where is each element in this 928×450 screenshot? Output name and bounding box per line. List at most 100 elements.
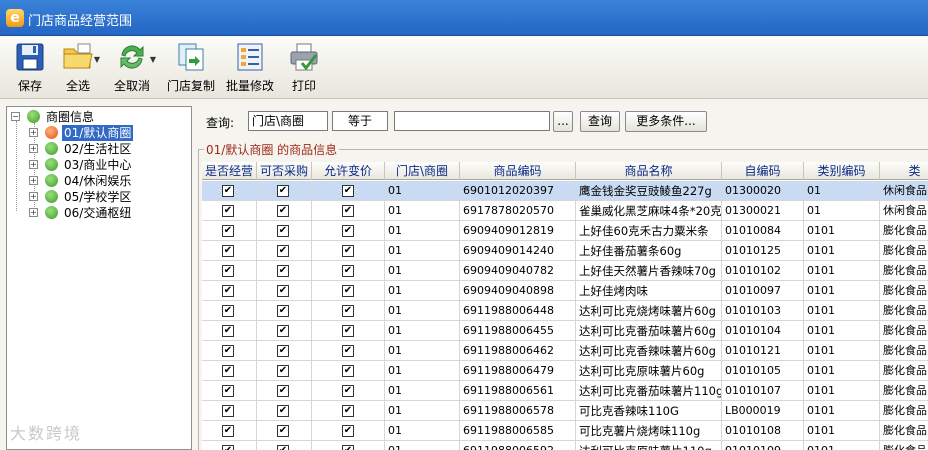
table-row[interactable]: ✔ ✔ ✔ 01 6911988006479 达利可比克原味薯片60g 01010105 01… (202, 361, 928, 381)
table-row[interactable]: ✔ ✔ ✔ 01 6909409040782 上好佳天然薯片香辣味70g 01010102 0… (202, 261, 928, 281)
checkbox[interactable]: ✔ (277, 425, 289, 437)
checkbox[interactable]: ✔ (342, 205, 354, 217)
column-header[interactable]: 类 (880, 162, 928, 180)
column-header[interactable]: 自编码 (722, 162, 804, 180)
column-header[interactable]: 可否采购 (257, 162, 312, 180)
cell-self-code: 01010102 (722, 261, 804, 281)
checkbox[interactable]: ✔ (342, 405, 354, 417)
copy-document-icon (178, 43, 204, 71)
checkbox[interactable]: ✔ (277, 285, 289, 297)
checkbox[interactable]: ✔ (342, 265, 354, 277)
checkbox[interactable]: ✔ (222, 225, 234, 237)
batch-edit-button[interactable]: 批量修改 (224, 41, 276, 97)
checkbox[interactable]: ✔ (222, 265, 234, 277)
collapse-icon[interactable]: − (11, 112, 20, 121)
checkbox-cell: ✔ (202, 201, 257, 221)
cell-cat-name: 休闲食品 (880, 201, 928, 221)
table-row[interactable]: ✔ ✔ ✔ 01 6911988006578 可比克香辣味110G LB000019 010… (202, 401, 928, 421)
expand-icon[interactable]: + (29, 128, 38, 137)
table-row[interactable]: ✔ ✔ ✔ 01 6911988006585 可比克薯片烧烤味110g 01010108 01… (202, 421, 928, 441)
checkbox[interactable]: ✔ (222, 305, 234, 317)
checkbox[interactable]: ✔ (277, 325, 289, 337)
checkbox[interactable]: ✔ (277, 365, 289, 377)
checkbox[interactable]: ✔ (222, 285, 234, 297)
chevron-down-icon[interactable]: ▼ (94, 55, 100, 64)
select-all-button[interactable]: ▼ 全选 (58, 41, 100, 97)
cell-cat: 01 (804, 201, 880, 221)
table-row[interactable]: ✔ ✔ ✔ 01 6911988006455 达利可比克番茄味薯片60g 01010104 0… (202, 321, 928, 341)
table-row[interactable]: ✔ ✔ ✔ 01 6911988006462 达利可比克香辣味薯片60g 01010121 0… (202, 341, 928, 361)
checkbox[interactable]: ✔ (277, 245, 289, 257)
checkbox[interactable]: ✔ (222, 385, 234, 397)
checkbox[interactable]: ✔ (277, 205, 289, 217)
more-conditions-button[interactable]: 更多条件... (625, 111, 707, 132)
expand-icon[interactable]: + (29, 208, 38, 217)
column-header[interactable]: 门店\商圈 (385, 162, 460, 180)
floppy-disk-icon (16, 43, 44, 71)
checkbox-cell: ✔ (257, 221, 312, 241)
table-row[interactable]: ✔ ✔ ✔ 01 6909409012819 上好佳60克禾古力粟米条 01010084 01… (202, 221, 928, 241)
cell-code: 6911988006592 (460, 441, 576, 450)
query-field-select[interactable]: 门店\商圈 (248, 111, 328, 131)
checkbox[interactable]: ✔ (277, 305, 289, 317)
checkbox[interactable]: ✔ (222, 425, 234, 437)
column-header[interactable]: 类别编码 (804, 162, 880, 180)
cell-code: 6917878020570 (460, 201, 576, 221)
cell-self-code: 01010103 (722, 301, 804, 321)
deselect-all-button[interactable]: ▼ 全取消 (110, 41, 156, 97)
table-row[interactable]: ✔ ✔ ✔ 01 6901012020397 鹰金钱金奖豆豉鲮鱼227g 01300020 0… (202, 181, 928, 201)
search-button[interactable]: 查询 (580, 111, 620, 132)
checkbox[interactable]: ✔ (222, 185, 234, 197)
checkbox[interactable]: ✔ (277, 405, 289, 417)
checkbox[interactable]: ✔ (222, 365, 234, 377)
print-button[interactable]: 打印 (286, 41, 322, 97)
checkbox[interactable]: ✔ (277, 445, 289, 450)
checkbox[interactable]: ✔ (277, 385, 289, 397)
checkbox[interactable]: ✔ (222, 205, 234, 217)
printer-icon (290, 43, 318, 71)
checkbox[interactable]: ✔ (277, 345, 289, 357)
table-row[interactable]: ✔ ✔ ✔ 01 6911988006561 达利可比克番茄味薯片110g 01010107… (202, 381, 928, 401)
cell-cat-name: 膨化食品 (880, 381, 928, 401)
column-header[interactable]: 是否经营 (202, 162, 257, 180)
checkbox[interactable]: ✔ (342, 325, 354, 337)
table-row[interactable]: ✔ ✔ ✔ 01 6909409014240 上好佳番茄薯条60g 01010125 0101… (202, 241, 928, 261)
query-value-input[interactable] (394, 111, 550, 131)
expand-icon[interactable]: + (29, 192, 38, 201)
checkbox[interactable]: ✔ (277, 185, 289, 197)
table-row[interactable]: ✔ ✔ ✔ 01 6911988006448 达利可比克烧烤味薯片60g 01010103 0… (202, 301, 928, 321)
table-row[interactable]: ✔ ✔ ✔ 01 6909409040898 上好佳烤肉味 01010097 0101 膨化食品 (202, 281, 928, 301)
checkbox[interactable]: ✔ (222, 445, 234, 450)
checkbox[interactable]: ✔ (342, 305, 354, 317)
query-operator-select[interactable]: 等于 (332, 111, 388, 131)
checkbox[interactable]: ✔ (342, 425, 354, 437)
column-header[interactable]: 商品编码 (460, 162, 576, 180)
column-header[interactable]: 允许变价 (312, 162, 385, 180)
checkbox[interactable]: ✔ (342, 285, 354, 297)
checkbox-cell: ✔ (202, 321, 257, 341)
checkbox[interactable]: ✔ (222, 325, 234, 337)
table-row[interactable]: ✔ ✔ ✔ 01 6917878020570 雀巢威化黑芝麻味4条*20克 01300021… (202, 201, 928, 221)
store-copy-button[interactable]: 门店复制 (166, 41, 216, 97)
checkbox[interactable]: ✔ (342, 185, 354, 197)
checkbox[interactable]: ✔ (222, 405, 234, 417)
cell-cat: 0101 (804, 241, 880, 261)
checkbox[interactable]: ✔ (342, 245, 354, 257)
expand-icon[interactable]: + (29, 144, 38, 153)
column-header[interactable]: 商品名称 (576, 162, 722, 180)
table-row[interactable]: ✔ ✔ ✔ 016911988006592达利可比克原味薯片110g010101090… (202, 441, 928, 450)
checkbox[interactable]: ✔ (277, 225, 289, 237)
chevron-down-icon[interactable]: ▼ (150, 55, 156, 64)
checkbox[interactable]: ✔ (342, 345, 354, 357)
checkbox[interactable]: ✔ (277, 265, 289, 277)
expand-icon[interactable]: + (29, 176, 38, 185)
save-button[interactable]: 保存 (10, 41, 50, 97)
checkbox[interactable]: ✔ (222, 345, 234, 357)
checkbox[interactable]: ✔ (342, 385, 354, 397)
browse-button[interactable]: ... (553, 111, 573, 132)
checkbox[interactable]: ✔ (342, 365, 354, 377)
checkbox[interactable]: ✔ (342, 225, 354, 237)
checkbox[interactable]: ✔ (222, 245, 234, 257)
checkbox[interactable]: ✔ (342, 445, 354, 450)
expand-icon[interactable]: + (29, 160, 38, 169)
